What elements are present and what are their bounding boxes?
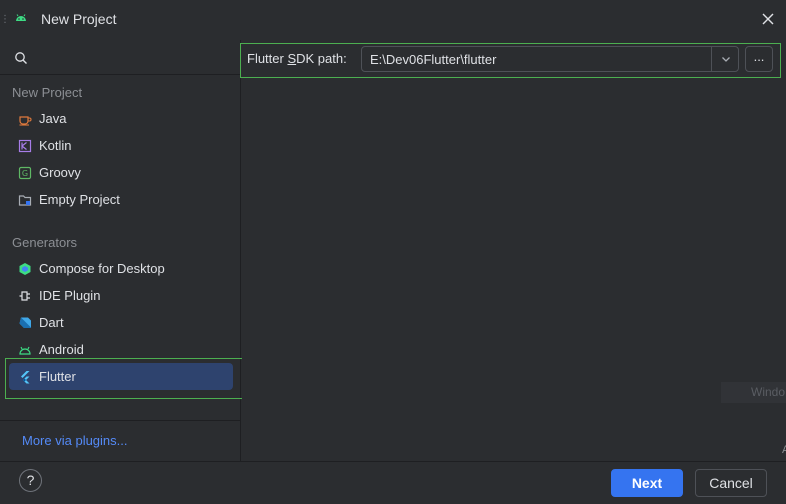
sdk-label-text: Flutter SDK path: [247, 51, 347, 66]
flutter-sdk-path-label: Flutter SDK path: [247, 51, 347, 66]
window-edge-glyph: ⋮ [0, 14, 10, 25]
search-icon [15, 52, 27, 64]
next-button[interactable]: Next [611, 469, 683, 497]
close-icon[interactable] [760, 11, 776, 27]
browse-sdk-button[interactable]: ... [745, 46, 773, 72]
sdk-path-value: E:\Dev06Flutter\flutter [370, 52, 497, 67]
project-type-sidebar: New Project Java Kotlin G Groovy Empty P… [0, 40, 241, 461]
section-new-project: New Project [12, 85, 83, 100]
sidebar-item-label: Groovy [39, 165, 81, 180]
android-studio-icon [16, 14, 26, 21]
title-bar: ⋮ New Project [0, 0, 786, 40]
sidebar-item-label: IDE Plugin [39, 288, 101, 303]
sidebar-item-groovy[interactable]: G Groovy [9, 159, 233, 186]
sidebar-item-kotlin[interactable]: Kotlin [9, 132, 233, 159]
compose-icon [17, 261, 33, 277]
more-via-plugins-link[interactable]: More via plugins... [22, 433, 128, 448]
sidebar-item-label: Empty Project [39, 192, 120, 207]
dart-icon [17, 315, 33, 331]
section-generators: Generators [12, 235, 78, 250]
sidebar-item-flutter[interactable]: Flutter [9, 363, 233, 390]
groovy-icon: G [17, 165, 33, 181]
main-panel [242, 40, 786, 461]
combo-separator [711, 47, 712, 71]
kotlin-icon [17, 138, 33, 154]
svg-text:G: G [22, 169, 28, 178]
sidebar-item-label: Kotlin [39, 138, 72, 153]
sidebar-item-java[interactable]: Java [9, 105, 233, 132]
sidebar-item-label: Flutter [39, 369, 76, 384]
java-cup-icon [17, 111, 33, 127]
sidebar-item-label: Android [39, 342, 84, 357]
folder-icon [17, 192, 33, 208]
sidebar-item-compose-for-desktop[interactable]: Compose for Desktop [9, 255, 233, 282]
flutter-sdk-path-combobox[interactable]: E:\Dev06Flutter\flutter [361, 46, 739, 72]
plugin-icon [17, 288, 33, 304]
edge-char-a: A [782, 444, 786, 456]
sidebar-item-ide-plugin[interactable]: IDE Plugin [9, 282, 233, 309]
sidebar-item-label: Java [39, 111, 67, 126]
sidebar-item-label: Compose for Desktop [39, 261, 165, 276]
sidebar-item-dart[interactable]: Dart [9, 309, 233, 336]
android-icon [17, 342, 33, 358]
sidebar-item-empty-project[interactable]: Empty Project [9, 186, 233, 213]
search-field[interactable] [0, 40, 241, 75]
help-button[interactable]: ? [19, 469, 42, 492]
sidebar-item-label: Dart [39, 315, 64, 330]
sidebar-item-android[interactable]: Android [9, 336, 233, 363]
cancel-button[interactable]: Cancel [695, 469, 767, 497]
window-title: New Project [41, 11, 117, 27]
activate-windows-watermark: Windo [721, 382, 786, 403]
flutter-icon [17, 369, 33, 385]
chevron-down-icon[interactable] [720, 53, 732, 65]
